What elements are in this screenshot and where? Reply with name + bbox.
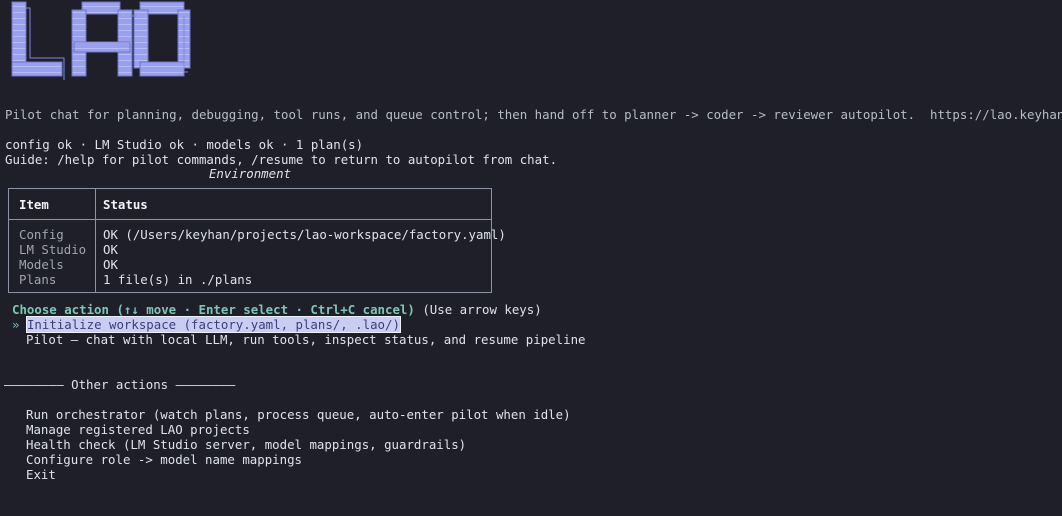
table-header-divider <box>9 219 491 220</box>
option-label-initialize[interactable]: Initialize workspace (factory.yaml, plan… <box>25 316 401 333</box>
menu-option-initialize-workspace[interactable]: » Initialize workspace (factory.yaml, pl… <box>12 316 401 333</box>
terminal-window: Pilot chat for planning, debugging, tool… <box>0 0 1062 516</box>
row-item-models: Models <box>19 257 64 272</box>
menu-option-manage-projects[interactable]: Manage registered LAO projects <box>26 422 250 437</box>
status-line: config ok · LM Studio ok · models ok · 1… <box>5 137 364 152</box>
table-column-divider <box>95 189 96 292</box>
menu-option-exit[interactable]: Exit <box>26 467 56 482</box>
row-status-config: OK (/Users/keyhan/projects/lao-workspace… <box>103 227 506 242</box>
guide-line: Guide: /help for pilot commands, /resume… <box>5 152 558 167</box>
column-header-item: Item <box>19 197 49 212</box>
prompt-label: Choose action <box>12 302 109 317</box>
row-item-plans: Plans <box>19 272 57 287</box>
menu-option-configure-mappings[interactable]: Configure role -> model name mappings <box>26 452 302 467</box>
arrow-keys-hint: (Use arrow keys) <box>422 302 542 317</box>
row-item-lm-studio: LM Studio <box>19 242 87 257</box>
menu-prompt: Choose action (↑↓ move · Enter select · … <box>12 302 542 317</box>
column-header-status: Status <box>103 197 148 212</box>
other-actions-separator: ———————— Other actions ———————— <box>4 377 236 392</box>
menu-option-pilot[interactable]: Pilot — chat with local LLM, run tools, … <box>26 332 586 347</box>
row-status-plans: 1 file(s) in ./plans <box>103 272 253 287</box>
menu-option-health-check[interactable]: Health check (LM Studio server, model ma… <box>26 437 466 452</box>
menu-option-run-orchestrator[interactable]: Run orchestrator (watch plans, process q… <box>26 407 571 422</box>
environment-table-title: Environment <box>208 166 292 181</box>
lao-logo <box>11 1 191 80</box>
row-status-lm-studio: OK <box>103 242 118 257</box>
keys-hint: (↑↓ move · Enter select · Ctrl+C cancel) <box>116 302 415 317</box>
environment-table: Item Status Config OK (/Users/keyhan/pro… <box>8 188 506 293</box>
selection-pointer-icon: » <box>12 317 20 332</box>
row-status-models: OK <box>103 257 118 272</box>
row-item-config: Config <box>19 227 64 242</box>
tagline: Pilot chat for planning, debugging, tool… <box>5 107 1062 122</box>
